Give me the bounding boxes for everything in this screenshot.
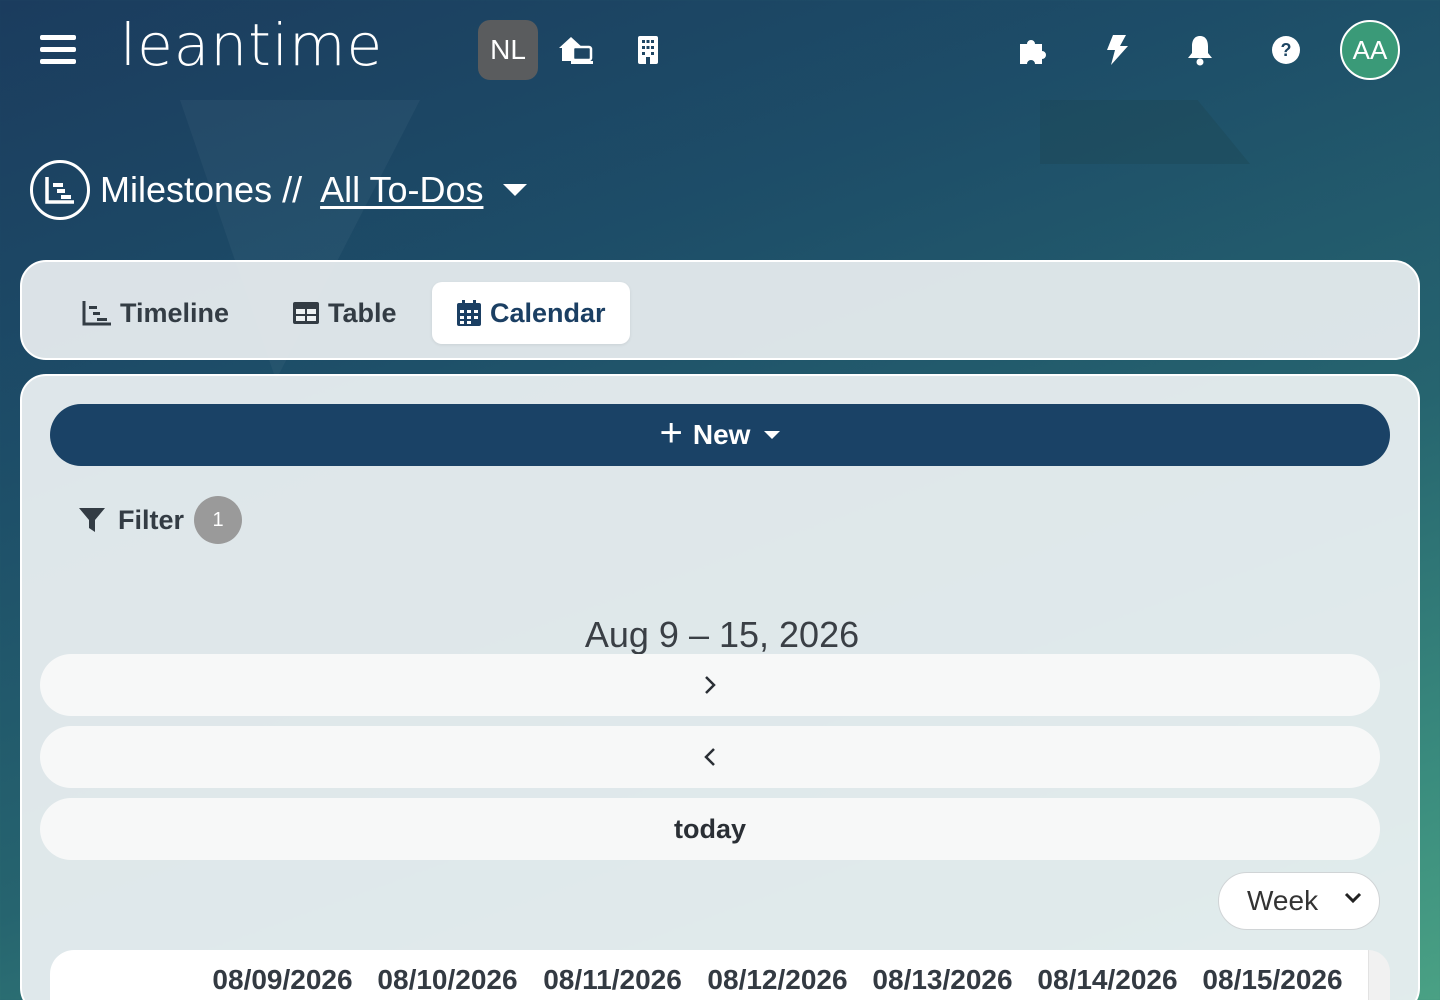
help-icon[interactable]: ? bbox=[1268, 32, 1304, 68]
apps-icon[interactable] bbox=[1014, 32, 1050, 68]
calendar-day-header: 08/13/2026 bbox=[872, 964, 1013, 995]
chevron-left-icon bbox=[704, 748, 715, 766]
calendar-icon bbox=[457, 300, 481, 326]
view-select-value: Week bbox=[1247, 885, 1319, 916]
company-icon[interactable] bbox=[630, 32, 666, 68]
tab-calendar[interactable]: Calendar bbox=[432, 282, 630, 344]
table-icon bbox=[293, 302, 319, 324]
project-badge[interactable]: NL bbox=[478, 20, 538, 80]
new-button[interactable]: + New bbox=[50, 404, 1390, 466]
project-hub-icon[interactable] bbox=[557, 32, 593, 68]
calendar-day-header: 08/15/2026 bbox=[1202, 964, 1343, 995]
bolt-icon[interactable] bbox=[1099, 32, 1135, 68]
chevron-down-icon bbox=[1344, 892, 1362, 904]
calendar-panel: + New Filter 1 Aug 9 – 15, 2026 today We… bbox=[20, 374, 1420, 1000]
date-range-title: Aug 9 – 15, 2026 bbox=[584, 614, 860, 655]
calendar-day-header: 08/09/2026 bbox=[212, 964, 353, 995]
calendar-header: 08/09/2026 08/10/2026 08/11/2026 08/12/2… bbox=[50, 950, 1390, 1000]
calendar-scrollbar[interactable] bbox=[1368, 950, 1390, 1000]
page-title: Milestones // bbox=[100, 169, 303, 210]
filter-label: Filter bbox=[118, 504, 185, 535]
filter-button[interactable]: Filter 1 bbox=[78, 496, 243, 544]
plus-icon: + bbox=[659, 411, 683, 455]
view-tabs: Timeline Table Calendar bbox=[20, 260, 1420, 360]
tab-label: Calendar bbox=[490, 297, 606, 328]
filter-count-badge: 1 bbox=[194, 496, 243, 544]
chevron-right-icon bbox=[705, 676, 716, 694]
filter-icon bbox=[79, 508, 105, 532]
calendar-day-header: 08/14/2026 bbox=[1037, 964, 1178, 995]
page-title-row: Milestones // All To-Dos bbox=[30, 160, 528, 220]
view-selector-link[interactable]: All To-Dos bbox=[320, 169, 483, 211]
next-button[interactable] bbox=[40, 654, 1380, 716]
tab-timeline[interactable]: Timeline bbox=[58, 282, 253, 344]
app-logo[interactable]: leantime bbox=[120, 12, 383, 78]
user-avatar[interactable]: AA bbox=[1340, 20, 1400, 80]
tab-label: Timeline bbox=[120, 297, 230, 328]
today-button[interactable]: today bbox=[40, 798, 1380, 860]
chevron-down-icon[interactable] bbox=[503, 184, 528, 196]
milestone-icon bbox=[30, 160, 90, 220]
top-header: leantime NL ? AA bbox=[0, 0, 1440, 100]
bell-icon[interactable] bbox=[1182, 32, 1218, 68]
calendar-day-header: 08/10/2026 bbox=[377, 964, 518, 995]
new-button-label: New bbox=[692, 419, 751, 450]
calendar-day-header: 08/12/2026 bbox=[707, 964, 848, 995]
background-shape bbox=[1040, 100, 1250, 164]
menu-icon[interactable] bbox=[40, 35, 76, 65]
tab-table[interactable]: Table bbox=[268, 282, 421, 344]
timeline-icon bbox=[82, 301, 111, 326]
prev-button[interactable] bbox=[40, 726, 1380, 788]
chevron-down-icon bbox=[764, 431, 781, 439]
svg-text:?: ? bbox=[1281, 40, 1292, 60]
view-select[interactable]: Week bbox=[1218, 872, 1380, 930]
tab-label: Table bbox=[328, 297, 397, 328]
calendar-day-header: 08/11/2026 bbox=[543, 964, 682, 995]
